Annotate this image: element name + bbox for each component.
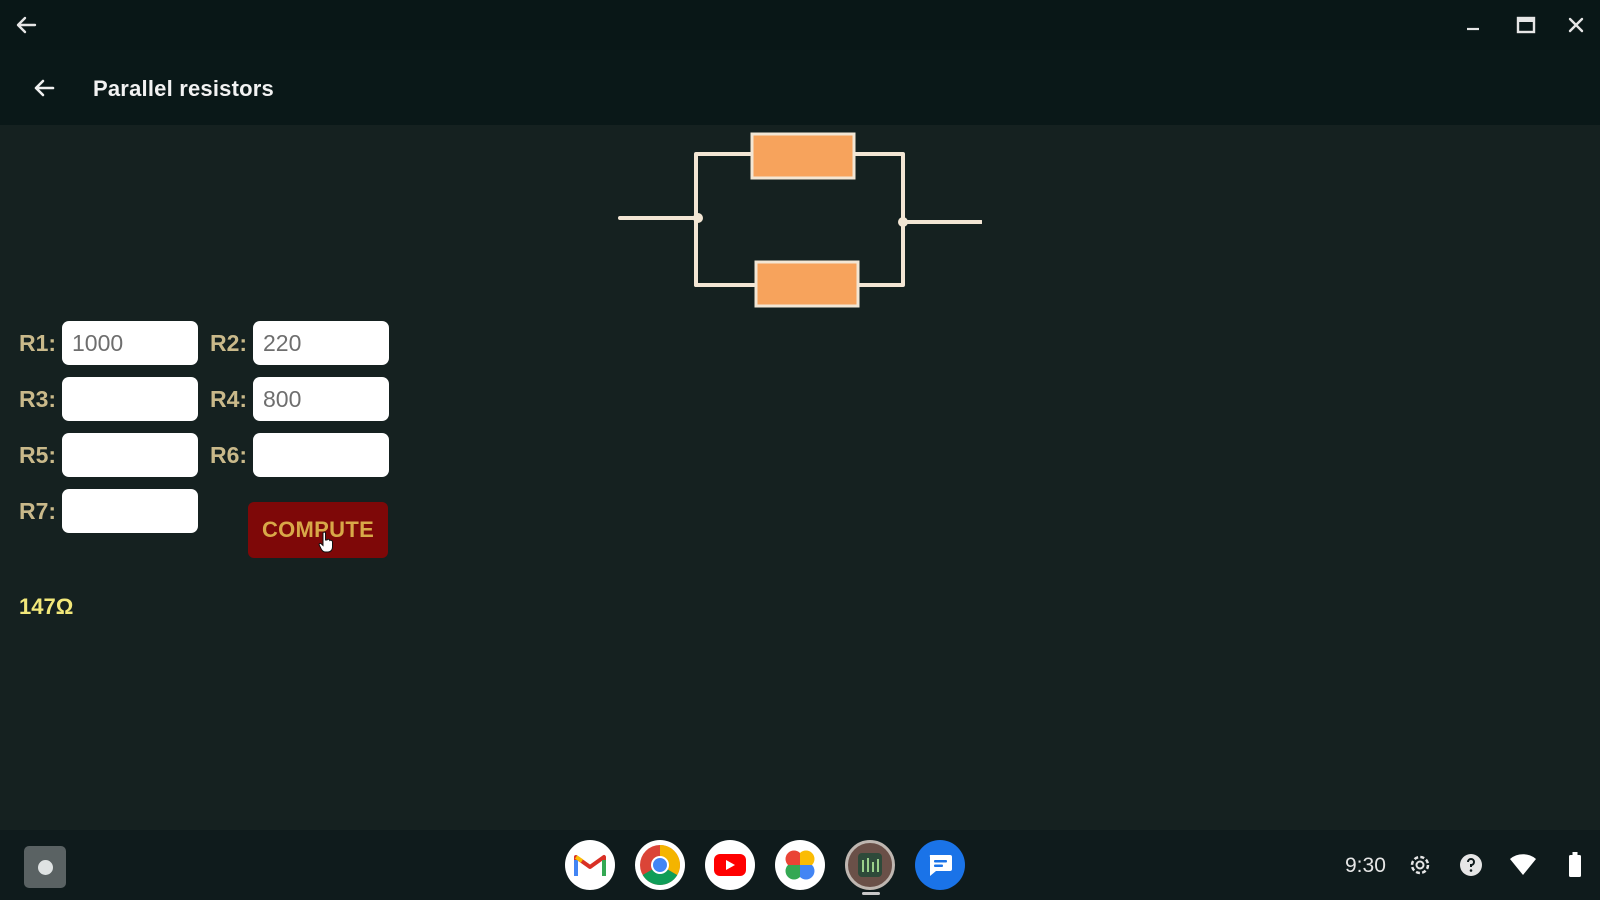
wifi-icon (1510, 854, 1536, 875)
r3-label: R3: (19, 386, 57, 412)
chrome-app[interactable] (635, 840, 685, 890)
junction-right (898, 217, 908, 227)
settings-button[interactable] (1405, 850, 1435, 880)
left-branch-wire (694, 152, 754, 287)
help-button[interactable] (1456, 850, 1486, 880)
r4-label: R4: (210, 386, 248, 412)
youtube-icon (714, 854, 746, 876)
maximize-icon (1516, 16, 1536, 34)
right-branch-wire (850, 152, 905, 287)
r5-label: R5: (19, 442, 57, 468)
resistor-top (750, 132, 856, 180)
r4-input[interactable] (253, 377, 389, 421)
window-caption-bar (0, 0, 1600, 50)
hand-cursor-icon (318, 531, 333, 553)
resistor-bottom (754, 260, 860, 308)
photos-icon (785, 850, 815, 880)
messages-app[interactable] (915, 840, 965, 890)
app-bar: Parallel resistors (0, 50, 1600, 125)
page-title: Parallel resistors (93, 76, 274, 101)
parallel-circuit-diagram (618, 132, 982, 308)
help-icon (1460, 854, 1482, 876)
r3-input[interactable] (62, 377, 198, 421)
chrome-icon (640, 845, 680, 885)
arrow-left-icon (34, 79, 55, 97)
launcher-button[interactable] (24, 846, 66, 888)
window-minimize-button[interactable] (1456, 8, 1490, 42)
r2-label: R2: (210, 330, 248, 356)
app-back-button[interactable] (26, 70, 62, 106)
resistor-app-icon (858, 853, 882, 877)
youtube-app[interactable] (705, 840, 755, 890)
system-shelf: 9:30 (0, 830, 1600, 900)
gmail-icon (574, 855, 606, 876)
r5-input[interactable] (62, 433, 198, 477)
r6-label: R6: (210, 442, 248, 468)
resistor-app[interactable] (845, 840, 895, 890)
battery-button[interactable] (1560, 850, 1590, 880)
window-close-button[interactable] (1559, 8, 1593, 42)
launcher-icon (37, 859, 53, 875)
r7-label: R7: (19, 498, 57, 524)
window-maximize-button[interactable] (1509, 8, 1543, 42)
junction-left (693, 213, 703, 223)
arrow-left-icon (16, 16, 37, 34)
clock[interactable]: 9:30 (1345, 854, 1386, 878)
gmail-app[interactable] (565, 840, 615, 890)
settings-icon (1410, 855, 1430, 875)
result-value: 147Ω (19, 594, 74, 619)
r1-label: R1: (19, 330, 57, 356)
r1-input[interactable] (62, 321, 198, 365)
running-indicator (862, 892, 880, 895)
r6-input[interactable] (253, 433, 389, 477)
wifi-button[interactable] (1508, 850, 1538, 880)
messages-icon (929, 855, 952, 876)
r7-input[interactable] (62, 489, 198, 533)
window-back-button[interactable] (9, 8, 43, 42)
close-icon (1568, 17, 1584, 33)
photos-app[interactable] (775, 840, 825, 890)
r2-input[interactable] (253, 321, 389, 365)
battery-icon (1569, 852, 1581, 877)
minimize-icon (1467, 27, 1479, 31)
